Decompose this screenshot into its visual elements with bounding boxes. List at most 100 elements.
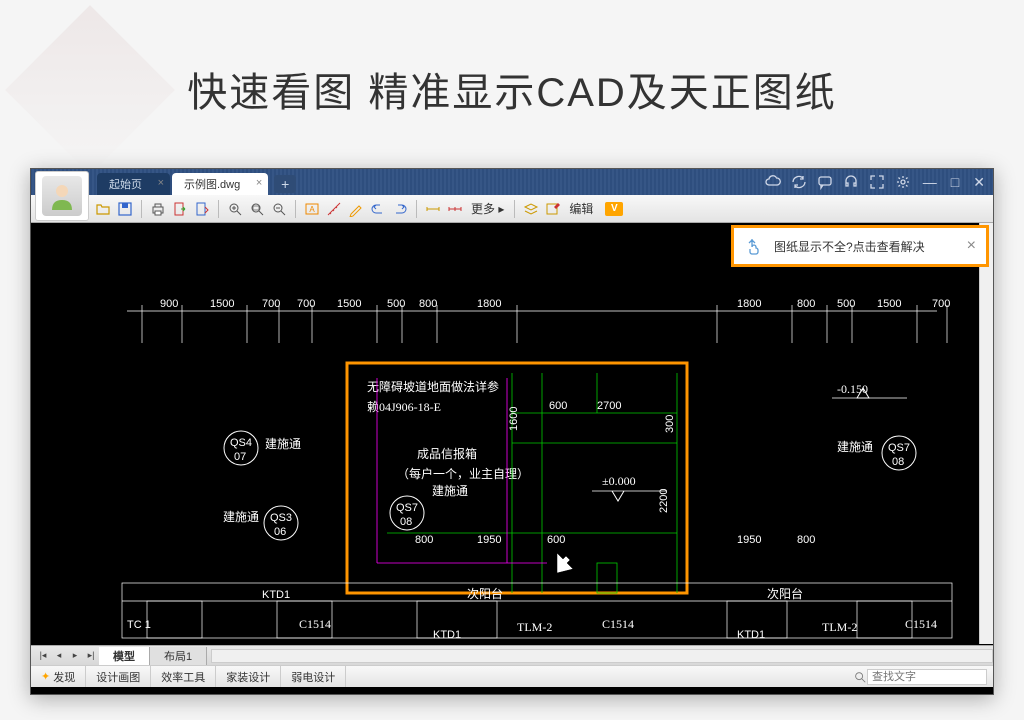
- redo-icon[interactable]: [390, 199, 410, 219]
- svg-text:300: 300: [664, 415, 676, 433]
- svg-text:600: 600: [547, 534, 565, 546]
- open-icon[interactable]: [93, 199, 113, 219]
- svg-text:08: 08: [400, 516, 412, 528]
- vertical-scrollbar[interactable]: [979, 223, 993, 644]
- svg-text:1950: 1950: [477, 534, 501, 546]
- chat-icon[interactable]: [817, 174, 833, 190]
- svg-text:700: 700: [262, 298, 280, 310]
- zoom-window-icon[interactable]: [247, 199, 267, 219]
- dim-linear-icon[interactable]: [423, 199, 443, 219]
- svg-text:QS4: QS4: [230, 437, 252, 449]
- export-dwg-icon[interactable]: [192, 199, 212, 219]
- layer-icon[interactable]: [521, 199, 541, 219]
- tab-model[interactable]: 模型: [99, 647, 150, 665]
- edit-icon[interactable]: [543, 199, 563, 219]
- svg-text:KTD1: KTD1: [433, 629, 461, 641]
- export-icon[interactable]: [170, 199, 190, 219]
- svg-text:次阳台: 次阳台: [767, 586, 803, 601]
- svg-text:C1514: C1514: [299, 617, 331, 631]
- headset-icon[interactable]: [843, 174, 859, 190]
- svg-text:08: 08: [892, 456, 904, 468]
- pencil-icon[interactable]: [346, 199, 366, 219]
- svg-text:TC 1: TC 1: [127, 619, 151, 631]
- svg-text:500: 500: [837, 298, 855, 310]
- svg-text:无障碍坡道地面做法详参: 无障碍坡道地面做法详参: [367, 379, 499, 394]
- svg-text:建施通: 建施通: [837, 440, 873, 454]
- svg-text:A: A: [309, 205, 315, 214]
- cloud-icon[interactable]: [765, 174, 781, 190]
- zoom-extents-icon[interactable]: [269, 199, 289, 219]
- svg-text:QS3: QS3: [270, 512, 292, 524]
- prev-icon[interactable]: ◂: [51, 648, 67, 664]
- svg-text:07: 07: [234, 451, 246, 463]
- gear-icon[interactable]: [895, 174, 911, 190]
- tab-file[interactable]: 示例图.dwg×: [172, 173, 268, 195]
- user-avatar[interactable]: [35, 171, 89, 221]
- status-home[interactable]: 家装设计: [216, 666, 281, 687]
- notification-text: 图纸显示不全?点击查看解决: [774, 238, 967, 255]
- svg-text:800: 800: [415, 534, 433, 546]
- fullscreen-icon[interactable]: [869, 174, 885, 190]
- svg-text:800: 800: [419, 298, 437, 310]
- new-tab-button[interactable]: +: [274, 175, 296, 193]
- status-efficiency[interactable]: 效率工具: [151, 666, 216, 687]
- svg-text:QS7: QS7: [396, 502, 418, 514]
- svg-text:2700: 2700: [597, 400, 621, 412]
- svg-text:600: 600: [549, 400, 567, 412]
- svg-text:建施通: 建施通: [432, 484, 468, 498]
- text-icon[interactable]: A: [302, 199, 322, 219]
- maximize-button[interactable]: □: [949, 174, 961, 190]
- statusbar: ✦发现 设计画图 效率工具 家装设计 弱电设计: [31, 665, 993, 687]
- svg-text:800: 800: [797, 534, 815, 546]
- more-button[interactable]: 更多 ▸: [467, 200, 508, 217]
- minimize-button[interactable]: —: [921, 174, 939, 190]
- search-input[interactable]: [867, 669, 987, 685]
- svg-text:800: 800: [797, 298, 815, 310]
- svg-text:700: 700: [297, 298, 315, 310]
- dim-continue-icon[interactable]: [445, 199, 465, 219]
- svg-text:1600: 1600: [508, 407, 520, 431]
- zoom-in-icon[interactable]: [225, 199, 245, 219]
- svg-text:±0.000: ±0.000: [602, 474, 636, 488]
- svg-text:C1514: C1514: [602, 617, 634, 631]
- svg-text:500: 500: [387, 298, 405, 310]
- svg-text:QS7: QS7: [888, 442, 910, 454]
- drawing-canvas[interactable]: 900 1500 700 700 1500 500 800 1800 1800 …: [31, 223, 993, 645]
- close-icon[interactable]: ×: [967, 237, 976, 255]
- close-button[interactable]: ✕: [971, 174, 987, 191]
- page-headline: 快速看图 精准显示CAD及天正图纸: [0, 0, 1024, 168]
- sync-icon[interactable]: [791, 174, 807, 190]
- horizontal-scrollbar[interactable]: [211, 649, 993, 663]
- undo-icon[interactable]: [368, 199, 388, 219]
- svg-text:06: 06: [274, 526, 286, 538]
- status-design[interactable]: 设计画图: [86, 666, 151, 687]
- app-window: 起始页× 示例图.dwg× + — □ ✕ A: [30, 168, 994, 695]
- svg-text:建施通: 建施通: [265, 437, 301, 451]
- status-electrical[interactable]: 弱电设计: [281, 666, 346, 687]
- svg-text:赖04J906-18-E: 赖04J906-18-E: [367, 400, 441, 414]
- first-icon[interactable]: |◂: [35, 648, 51, 664]
- toolbar: A 更多 ▸ 编辑 V: [31, 195, 993, 223]
- svg-text:1500: 1500: [210, 298, 234, 310]
- svg-text:1800: 1800: [477, 298, 501, 310]
- vip-badge[interactable]: V: [605, 202, 623, 216]
- edit-button[interactable]: 编辑: [565, 200, 597, 217]
- print-icon[interactable]: [148, 199, 168, 219]
- svg-text:1500: 1500: [877, 298, 901, 310]
- tab-start[interactable]: 起始页×: [97, 173, 170, 195]
- close-icon[interactable]: ×: [256, 177, 262, 189]
- next-icon[interactable]: ▸: [67, 648, 83, 664]
- save-icon[interactable]: [115, 199, 135, 219]
- titlebar: 起始页× 示例图.dwg× + — □ ✕: [31, 169, 993, 195]
- measure-icon[interactable]: [324, 199, 344, 219]
- notification-banner[interactable]: 图纸显示不全?点击查看解决 ×: [731, 225, 989, 267]
- svg-text:2200: 2200: [658, 489, 670, 513]
- tab-layout1[interactable]: 布局1: [150, 647, 207, 665]
- last-icon[interactable]: ▸|: [83, 648, 99, 664]
- status-discover[interactable]: ✦发现: [31, 666, 86, 687]
- close-icon[interactable]: ×: [158, 177, 164, 189]
- pointer-icon: [744, 236, 764, 256]
- svg-text:1500: 1500: [337, 298, 361, 310]
- svg-text:900: 900: [160, 298, 178, 310]
- svg-text:TLM-2: TLM-2: [517, 620, 552, 634]
